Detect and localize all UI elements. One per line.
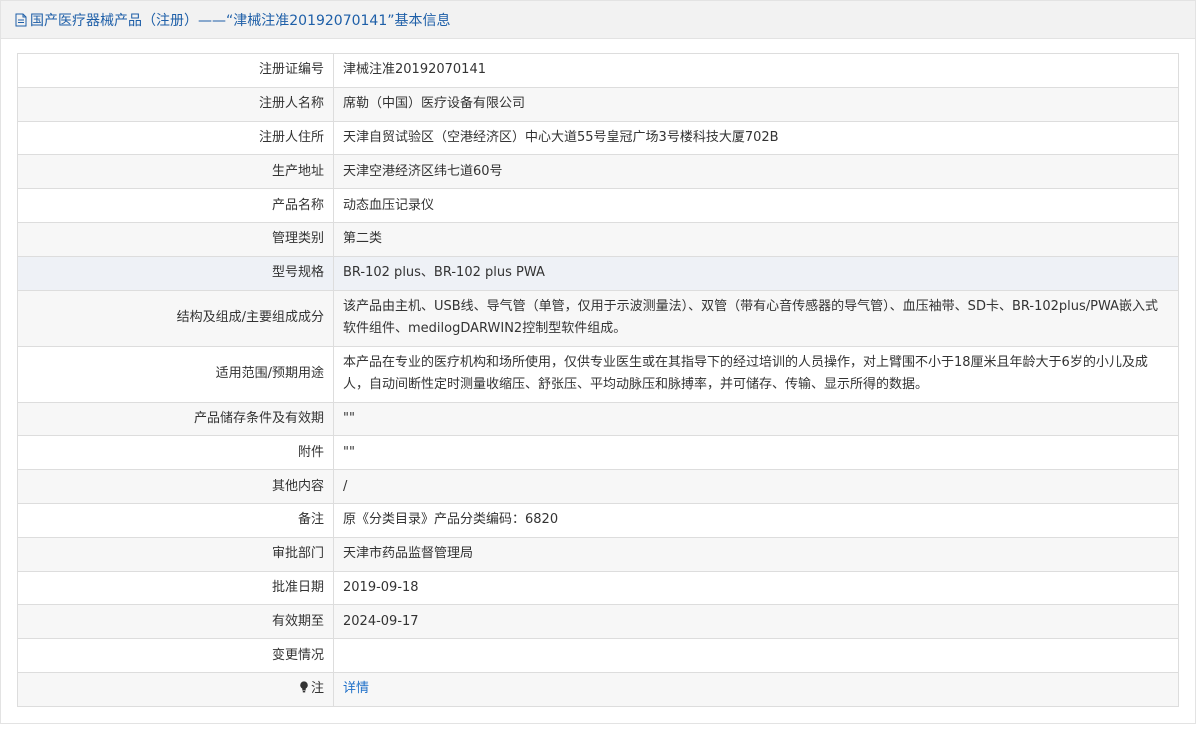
table-row: 管理类别 第二类: [17, 221, 1179, 257]
row-value: [333, 638, 1179, 673]
row-value: 天津自贸试验区（空港经济区）中心大道55号皇冠广场3号楼科技大厦702B: [333, 120, 1179, 156]
table-row: 适用范围/预期用途 本产品在专业的医疗机构和场所使用，仅供专业医生或在其指导下的…: [17, 345, 1179, 403]
row-value: BR-102 plus、BR-102 plus PWA: [333, 255, 1179, 291]
row-label: 审批部门: [17, 536, 334, 572]
row-label: 产品储存条件及有效期: [17, 401, 334, 437]
row-value: 天津市药品监督管理局: [333, 536, 1179, 572]
table-row: 备注 原《分类目录》产品分类编码：6820: [17, 502, 1179, 538]
page-title: 国产医疗器械产品（注册）——“津械注准20192070141”基本信息: [30, 12, 451, 29]
table-row: 注册人住所 天津自贸试验区（空港经济区）中心大道55号皇冠广场3号楼科技大厦70…: [17, 120, 1179, 156]
row-value: "": [333, 435, 1179, 471]
table-row: 变更情况: [17, 638, 1179, 673]
info-table-wrapper: 注册证编号 津械注准20192070141 注册人名称 席勒（中国）医疗设备有限…: [17, 53, 1179, 707]
note-label-cell: 注: [17, 671, 334, 707]
row-value: 天津空港经济区纬七道60号: [333, 154, 1179, 190]
panel-header: 国产医疗器械产品（注册）——“津械注准20192070141”基本信息: [1, 1, 1195, 39]
row-label: 备注: [17, 502, 334, 538]
table-row: 注册证编号 津械注准20192070141: [17, 53, 1179, 88]
row-label: 适用范围/预期用途: [17, 345, 334, 403]
table-row: 批准日期 2019-09-18: [17, 570, 1179, 606]
row-value: 本产品在专业的医疗机构和场所使用，仅供专业医生或在其指导下的经过培训的人员操作，…: [333, 345, 1179, 403]
table-row: 有效期至 2024-09-17: [17, 604, 1179, 640]
row-label: 附件: [17, 435, 334, 471]
table-row: 注册人名称 席勒（中国）医疗设备有限公司: [17, 86, 1179, 122]
row-label: 变更情况: [17, 638, 334, 673]
row-value: 席勒（中国）医疗设备有限公司: [333, 86, 1179, 122]
table-row: 附件 "": [17, 435, 1179, 471]
table-row: 审批部门 天津市药品监督管理局: [17, 536, 1179, 572]
row-value: "": [333, 401, 1179, 437]
row-label: 注册人名称: [17, 86, 334, 122]
row-value: 第二类: [333, 221, 1179, 257]
row-value: 津械注准20192070141: [333, 53, 1179, 88]
row-label: 其他内容: [17, 469, 334, 504]
row-label: 型号规格: [17, 255, 334, 291]
row-label: 注册证编号: [17, 53, 334, 88]
row-value: 该产品由主机、USB线、导气管（单管，仅用于示波测量法）、双管（带有心音传感器的…: [333, 289, 1179, 347]
row-value: /: [333, 469, 1179, 504]
detail-panel: 国产医疗器械产品（注册）——“津械注准20192070141”基本信息 注册证编…: [0, 0, 1196, 724]
row-value: 2019-09-18: [333, 570, 1179, 606]
row-value: 原《分类目录》产品分类编码：6820: [333, 502, 1179, 538]
table-row: 其他内容 /: [17, 469, 1179, 504]
row-label: 结构及组成/主要组成成分: [17, 289, 334, 347]
row-label: 注册人住所: [17, 120, 334, 156]
row-value: 动态血压记录仪: [333, 188, 1179, 223]
note-value-cell: 详情: [333, 671, 1179, 707]
row-value: 2024-09-17: [333, 604, 1179, 640]
row-label: 批准日期: [17, 570, 334, 606]
info-table: 注册证编号 津械注准20192070141 注册人名称 席勒（中国）医疗设备有限…: [17, 53, 1179, 707]
table-row: 产品名称 动态血压记录仪: [17, 188, 1179, 223]
row-label: 产品名称: [17, 188, 334, 223]
table-row-highlighted: 型号规格 BR-102 plus、BR-102 plus PWA: [17, 255, 1179, 291]
table-row-note: 注 详情: [17, 671, 1179, 707]
table-row: 产品储存条件及有效期 "": [17, 401, 1179, 437]
row-label: 生产地址: [17, 154, 334, 190]
row-label: 管理类别: [17, 221, 334, 257]
lightbulb-icon: [299, 679, 309, 693]
document-icon: [15, 13, 27, 27]
row-label: 有效期至: [17, 604, 334, 640]
note-label: 注: [310, 681, 324, 697]
details-link[interactable]: 详情: [343, 681, 369, 696]
table-row: 结构及组成/主要组成成分 该产品由主机、USB线、导气管（单管，仅用于示波测量法…: [17, 289, 1179, 347]
table-row: 生产地址 天津空港经济区纬七道60号: [17, 154, 1179, 190]
